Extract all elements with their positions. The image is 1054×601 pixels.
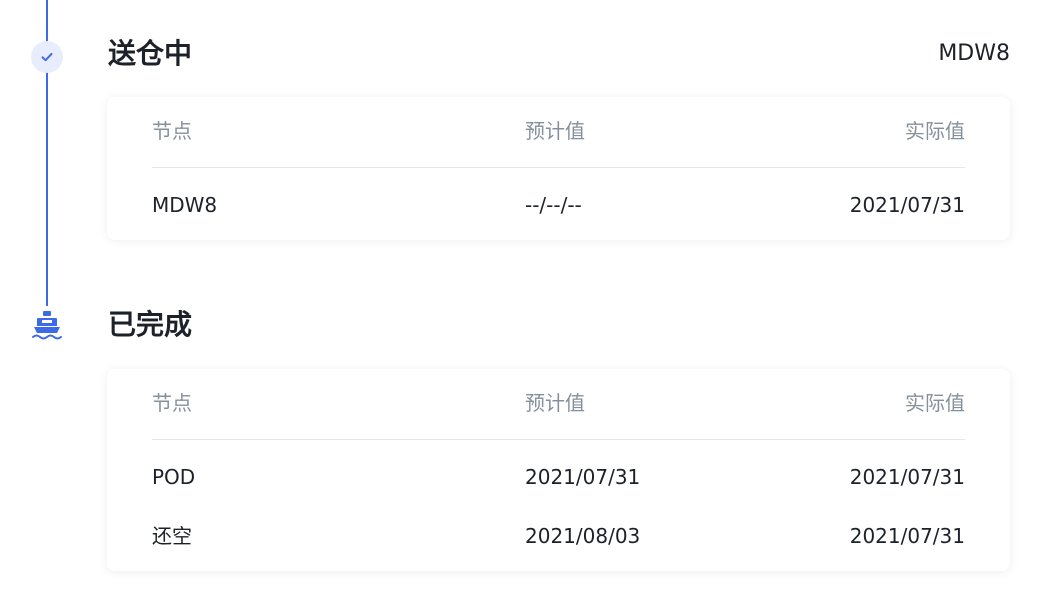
expected-cell: 2021/07/31 — [525, 465, 641, 489]
column-header-node: 节点 — [152, 391, 192, 415]
actual-cell: 2021/07/31 — [849, 193, 965, 217]
table-row: POD 2021/07/31 2021/07/31 — [152, 467, 965, 487]
expected-cell: 2021/08/03 — [525, 524, 641, 548]
stage-location: MDW8 — [938, 41, 1010, 66]
column-header-actual: 实际值 — [905, 391, 965, 415]
column-header-actual: 实际值 — [905, 119, 965, 143]
stage-details-card: 节点 预计值 实际值 MDW8 --/--/-- 2021/07/31 — [107, 97, 1010, 240]
node-cell: POD — [152, 465, 196, 489]
actual-cell: 2021/07/31 — [849, 465, 965, 489]
expected-cell: --/--/-- — [525, 193, 582, 217]
stage-title: 已完成 — [108, 308, 193, 341]
column-header-expected: 预计值 — [525, 391, 585, 415]
timeline-node-delivering — [31, 41, 63, 73]
stage-details-card: 节点 预计值 实际值 POD 2021/07/31 2021/07/31 还空 … — [107, 369, 1010, 571]
table-row: MDW8 --/--/-- 2021/07/31 — [152, 195, 965, 215]
actual-cell: 2021/07/31 — [849, 524, 965, 548]
check-icon — [41, 52, 53, 62]
ship-icon — [32, 311, 62, 340]
table-row: 还空 2021/08/03 2021/07/31 — [152, 526, 965, 546]
table-header: 节点 预计值 实际值 — [152, 393, 965, 413]
header-divider — [152, 167, 965, 168]
node-cell: 还空 — [152, 524, 192, 548]
header-divider — [152, 439, 965, 440]
shipment-tracking-timeline: 送仓中 MDW8 节点 预计值 实际值 MDW8 --/--/-- 2021/0… — [0, 0, 1054, 601]
node-cell: MDW8 — [152, 193, 218, 217]
stage-title: 送仓中 — [108, 37, 193, 70]
timeline-node-completed — [30, 308, 64, 342]
table-header: 节点 预计值 实际值 — [152, 121, 965, 141]
column-header-node: 节点 — [152, 119, 192, 143]
column-header-expected: 预计值 — [525, 119, 585, 143]
